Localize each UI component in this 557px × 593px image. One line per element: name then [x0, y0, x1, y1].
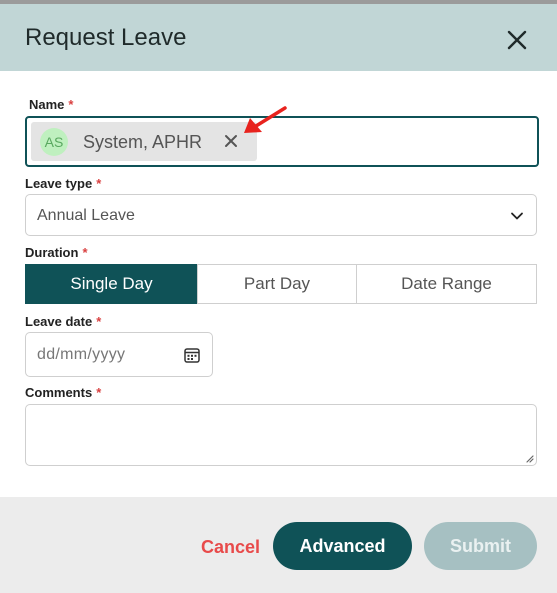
remove-chip-icon[interactable] — [224, 134, 238, 148]
duration-date-range[interactable]: Date Range — [356, 264, 537, 304]
dialog-title: Request Leave — [25, 24, 187, 51]
duration-label-text: Duration — [25, 245, 79, 260]
required-marker: * — [82, 245, 88, 260]
chip-label: System, APHR — [83, 132, 203, 152]
calendar-icon[interactable] — [183, 346, 201, 364]
duration-part-day[interactable]: Part Day — [197, 264, 357, 304]
chevron-down-icon — [511, 212, 523, 220]
leave-date-label: Leave date * — [25, 314, 101, 329]
resize-grip-icon[interactable] — [524, 453, 534, 463]
name-label: Name * — [29, 97, 73, 112]
required-marker: * — [96, 314, 102, 329]
close-icon[interactable] — [503, 26, 531, 54]
red-arrow-annotation — [244, 106, 287, 133]
leave-date-input[interactable]: dd/mm/yyyy — [25, 332, 213, 377]
comments-label-text: Comments — [25, 385, 93, 400]
leave-type-label: Leave type * — [25, 176, 101, 191]
dialog-header: Request Leave — [0, 4, 557, 71]
avatar: AS — [40, 128, 68, 156]
selected-person-chip: AS System, APHR — [31, 122, 257, 161]
comments-textarea[interactable] — [25, 404, 537, 466]
duration-label: Duration * — [25, 245, 88, 260]
advanced-button[interactable]: Advanced — [273, 522, 412, 570]
dialog-footer: Cancel Advanced Submit — [0, 497, 557, 593]
leave-date-label-text: Leave date — [25, 314, 93, 329]
required-marker: * — [96, 385, 102, 400]
leave-type-value: Annual Leave — [37, 207, 135, 224]
leave-date-placeholder: dd/mm/yyyy — [37, 346, 126, 363]
comments-label: Comments * — [25, 385, 101, 400]
submit-button: Submit — [424, 522, 537, 570]
required-marker: * — [96, 176, 102, 191]
duration-single-day[interactable]: Single Day — [25, 264, 198, 304]
required-marker: * — [68, 97, 74, 112]
leave-type-label-text: Leave type — [25, 176, 93, 191]
cancel-button[interactable]: Cancel — [201, 537, 260, 558]
leave-type-select[interactable]: Annual Leave — [25, 194, 537, 236]
name-label-text: Name — [29, 97, 65, 112]
